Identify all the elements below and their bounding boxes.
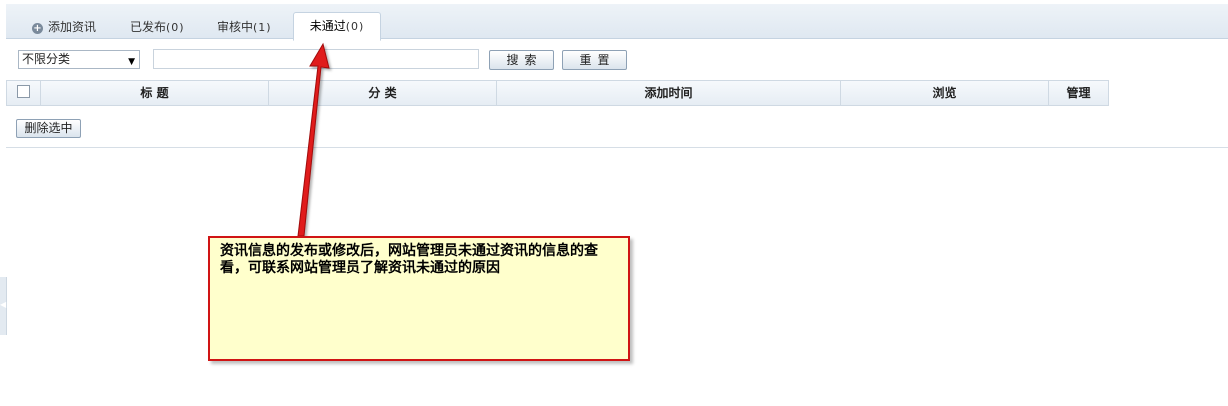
tab-published-count: (0) — [166, 21, 185, 34]
reset-button[interactable]: 重置 — [562, 50, 627, 70]
tab-add-news[interactable]: + 添加资讯 — [32, 16, 96, 38]
tab-not-approved-count: (0) — [345, 20, 365, 33]
column-header-added-time[interactable]: 添加时间 — [497, 81, 841, 105]
search-button[interactable]: 搜索 — [489, 50, 554, 70]
chevron-left-icon: ◀ — [0, 300, 7, 309]
tab-not-approved[interactable]: 未通过(0) — [293, 12, 381, 41]
annotation-callout: 资讯信息的发布或修改后，网站管理员未通过资讯的信息的查看，可联系网站管理员了解资… — [208, 236, 630, 361]
category-select[interactable]: 不限分类 ▼ — [18, 50, 140, 69]
category-select-value: 不限分类 — [22, 52, 71, 66]
tab-published-label: 已发布 — [130, 20, 167, 34]
delete-selected-button[interactable]: 删除选中 — [16, 119, 81, 138]
tab-under-review-label: 审核中 — [217, 20, 254, 34]
tab-not-approved-label: 未通过 — [309, 19, 346, 33]
column-header-category[interactable]: 分 类 — [269, 81, 497, 105]
select-all-cell — [7, 81, 41, 105]
divider — [6, 147, 1228, 148]
tab-add-news-label: 添加资讯 — [48, 20, 97, 34]
arrow-shape — [297, 42, 330, 237]
select-all-checkbox[interactable] — [17, 85, 30, 98]
table-header: 标 题 分 类 添加时间 浏览 管理 — [6, 80, 1109, 106]
column-header-title[interactable]: 标 题 — [41, 81, 269, 105]
column-header-views[interactable]: 浏览 — [841, 81, 1049, 105]
tab-published[interactable]: 已发布(0) — [130, 16, 185, 38]
column-header-manage: 管理 — [1066, 86, 1091, 100]
tab-bar: + 添加资讯 已发布(0) 审核中(1) 未通过(0) — [6, 4, 1228, 41]
search-input[interactable] — [153, 49, 479, 69]
sidebar-collapse-handle[interactable]: ◀ — [0, 277, 7, 335]
chevron-down-icon: ▼ — [128, 57, 135, 67]
tab-under-review[interactable]: 审核中(1) — [217, 16, 272, 38]
annotation-text: 资讯信息的发布或修改后，网站管理员未通过资讯的信息的查看，可联系网站管理员了解资… — [220, 243, 598, 276]
tab-under-review-count: (1) — [253, 21, 272, 34]
plus-circle-icon: + — [32, 23, 43, 34]
